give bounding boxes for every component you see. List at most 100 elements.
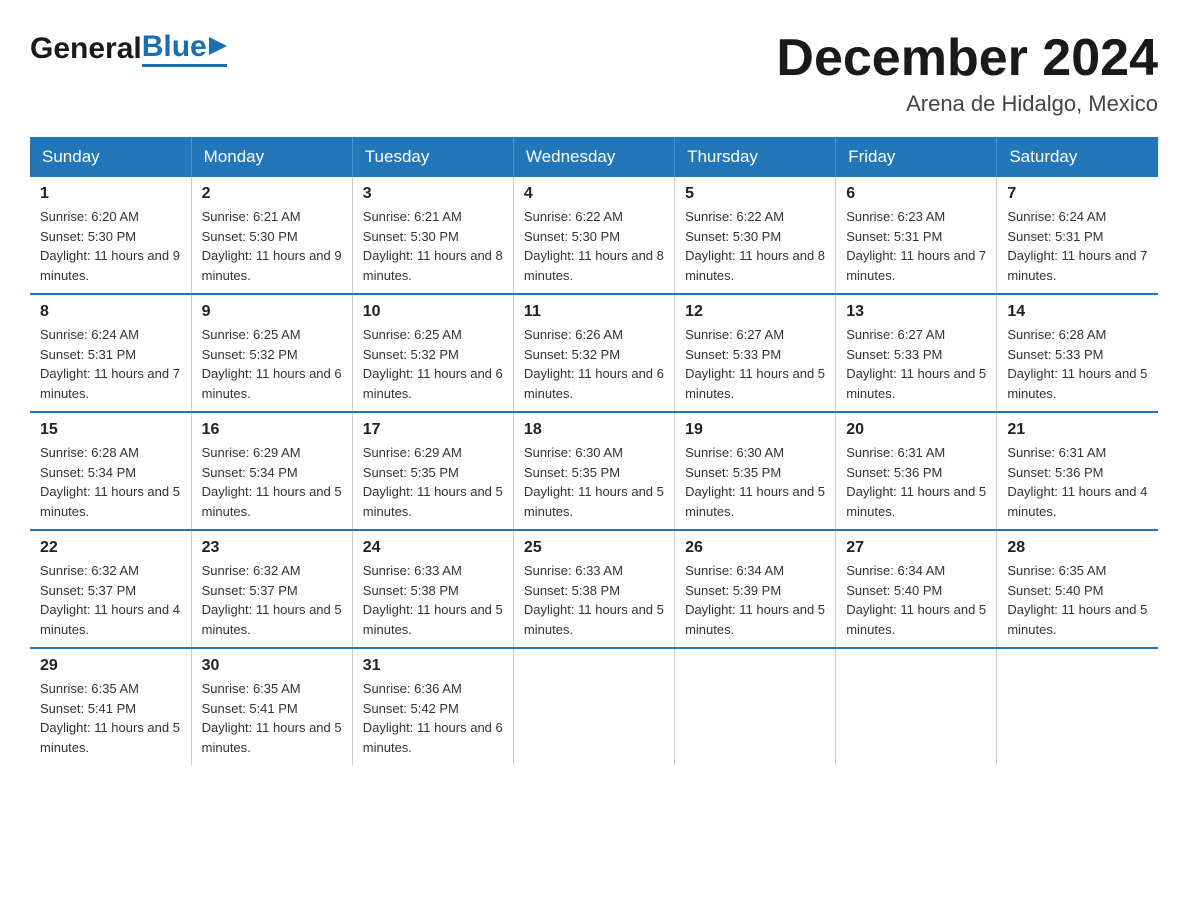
calendar-cell bbox=[997, 648, 1158, 765]
day-number: 29 bbox=[40, 657, 181, 675]
calendar-cell: 17 Sunrise: 6:29 AM Sunset: 5:35 PM Dayl… bbox=[352, 412, 513, 530]
day-info: Sunrise: 6:32 AM Sunset: 5:37 PM Dayligh… bbox=[202, 561, 342, 639]
calendar-cell: 19 Sunrise: 6:30 AM Sunset: 5:35 PM Dayl… bbox=[675, 412, 836, 530]
day-number: 19 bbox=[685, 421, 825, 439]
day-number: 15 bbox=[40, 421, 181, 439]
logo: General Blue bbox=[30, 30, 227, 67]
calendar-cell: 21 Sunrise: 6:31 AM Sunset: 5:36 PM Dayl… bbox=[997, 412, 1158, 530]
calendar-cell: 9 Sunrise: 6:25 AM Sunset: 5:32 PM Dayli… bbox=[191, 294, 352, 412]
calendar-cell: 4 Sunrise: 6:22 AM Sunset: 5:30 PM Dayli… bbox=[513, 177, 674, 294]
calendar-week-row: 22 Sunrise: 6:32 AM Sunset: 5:37 PM Dayl… bbox=[30, 530, 1158, 648]
day-number: 16 bbox=[202, 421, 342, 439]
day-number: 24 bbox=[363, 539, 503, 557]
day-info: Sunrise: 6:35 AM Sunset: 5:41 PM Dayligh… bbox=[40, 679, 181, 757]
calendar-cell: 26 Sunrise: 6:34 AM Sunset: 5:39 PM Dayl… bbox=[675, 530, 836, 648]
title-area: December 2024 Arena de Hidalgo, Mexico bbox=[776, 30, 1158, 117]
calendar-cell: 6 Sunrise: 6:23 AM Sunset: 5:31 PM Dayli… bbox=[836, 177, 997, 294]
calendar-cell: 18 Sunrise: 6:30 AM Sunset: 5:35 PM Dayl… bbox=[513, 412, 674, 530]
day-info: Sunrise: 6:28 AM Sunset: 5:34 PM Dayligh… bbox=[40, 443, 181, 521]
calendar-week-row: 8 Sunrise: 6:24 AM Sunset: 5:31 PM Dayli… bbox=[30, 294, 1158, 412]
calendar-week-row: 1 Sunrise: 6:20 AM Sunset: 5:30 PM Dayli… bbox=[30, 177, 1158, 294]
calendar-cell bbox=[513, 648, 674, 765]
day-number: 3 bbox=[363, 185, 503, 203]
day-info: Sunrise: 6:36 AM Sunset: 5:42 PM Dayligh… bbox=[363, 679, 503, 757]
day-number: 4 bbox=[524, 185, 664, 203]
calendar-cell bbox=[675, 648, 836, 765]
calendar-cell bbox=[836, 648, 997, 765]
day-number: 30 bbox=[202, 657, 342, 675]
day-info: Sunrise: 6:30 AM Sunset: 5:35 PM Dayligh… bbox=[685, 443, 825, 521]
day-number: 21 bbox=[1007, 421, 1148, 439]
calendar-day-header: Monday bbox=[191, 137, 352, 177]
day-info: Sunrise: 6:21 AM Sunset: 5:30 PM Dayligh… bbox=[363, 207, 503, 285]
calendar-cell: 29 Sunrise: 6:35 AM Sunset: 5:41 PM Dayl… bbox=[30, 648, 191, 765]
day-number: 22 bbox=[40, 539, 181, 557]
day-info: Sunrise: 6:30 AM Sunset: 5:35 PM Dayligh… bbox=[524, 443, 664, 521]
day-info: Sunrise: 6:25 AM Sunset: 5:32 PM Dayligh… bbox=[363, 325, 503, 403]
calendar-cell: 14 Sunrise: 6:28 AM Sunset: 5:33 PM Dayl… bbox=[997, 294, 1158, 412]
calendar-cell: 22 Sunrise: 6:32 AM Sunset: 5:37 PM Dayl… bbox=[30, 530, 191, 648]
day-number: 28 bbox=[1007, 539, 1148, 557]
calendar-cell: 25 Sunrise: 6:33 AM Sunset: 5:38 PM Dayl… bbox=[513, 530, 674, 648]
calendar-week-row: 15 Sunrise: 6:28 AM Sunset: 5:34 PM Dayl… bbox=[30, 412, 1158, 530]
day-info: Sunrise: 6:25 AM Sunset: 5:32 PM Dayligh… bbox=[202, 325, 342, 403]
day-info: Sunrise: 6:34 AM Sunset: 5:39 PM Dayligh… bbox=[685, 561, 825, 639]
calendar-cell: 7 Sunrise: 6:24 AM Sunset: 5:31 PM Dayli… bbox=[997, 177, 1158, 294]
calendar-day-header: Wednesday bbox=[513, 137, 674, 177]
day-info: Sunrise: 6:20 AM Sunset: 5:30 PM Dayligh… bbox=[40, 207, 181, 285]
day-info: Sunrise: 6:29 AM Sunset: 5:35 PM Dayligh… bbox=[363, 443, 503, 521]
calendar-day-header: Saturday bbox=[997, 137, 1158, 177]
day-number: 5 bbox=[685, 185, 825, 203]
day-number: 23 bbox=[202, 539, 342, 557]
day-info: Sunrise: 6:29 AM Sunset: 5:34 PM Dayligh… bbox=[202, 443, 342, 521]
day-info: Sunrise: 6:24 AM Sunset: 5:31 PM Dayligh… bbox=[1007, 207, 1148, 285]
day-info: Sunrise: 6:26 AM Sunset: 5:32 PM Dayligh… bbox=[524, 325, 664, 403]
day-number: 27 bbox=[846, 539, 986, 557]
day-number: 17 bbox=[363, 421, 503, 439]
calendar-cell: 20 Sunrise: 6:31 AM Sunset: 5:36 PM Dayl… bbox=[836, 412, 997, 530]
day-number: 12 bbox=[685, 303, 825, 321]
day-number: 1 bbox=[40, 185, 181, 203]
calendar-cell: 24 Sunrise: 6:33 AM Sunset: 5:38 PM Dayl… bbox=[352, 530, 513, 648]
calendar-cell: 27 Sunrise: 6:34 AM Sunset: 5:40 PM Dayl… bbox=[836, 530, 997, 648]
calendar-cell: 13 Sunrise: 6:27 AM Sunset: 5:33 PM Dayl… bbox=[836, 294, 997, 412]
day-number: 7 bbox=[1007, 185, 1148, 203]
day-number: 13 bbox=[846, 303, 986, 321]
logo-arrow-icon bbox=[209, 37, 227, 55]
day-number: 8 bbox=[40, 303, 181, 321]
day-info: Sunrise: 6:27 AM Sunset: 5:33 PM Dayligh… bbox=[846, 325, 986, 403]
day-number: 26 bbox=[685, 539, 825, 557]
calendar-header-row: SundayMondayTuesdayWednesdayThursdayFrid… bbox=[30, 137, 1158, 177]
day-number: 20 bbox=[846, 421, 986, 439]
calendar-table: SundayMondayTuesdayWednesdayThursdayFrid… bbox=[30, 137, 1158, 765]
calendar-cell: 28 Sunrise: 6:35 AM Sunset: 5:40 PM Dayl… bbox=[997, 530, 1158, 648]
day-info: Sunrise: 6:33 AM Sunset: 5:38 PM Dayligh… bbox=[524, 561, 664, 639]
day-number: 25 bbox=[524, 539, 664, 557]
day-info: Sunrise: 6:34 AM Sunset: 5:40 PM Dayligh… bbox=[846, 561, 986, 639]
logo-blue-text: Blue bbox=[142, 30, 207, 64]
day-number: 6 bbox=[846, 185, 986, 203]
day-info: Sunrise: 6:21 AM Sunset: 5:30 PM Dayligh… bbox=[202, 207, 342, 285]
day-number: 18 bbox=[524, 421, 664, 439]
calendar-cell: 15 Sunrise: 6:28 AM Sunset: 5:34 PM Dayl… bbox=[30, 412, 191, 530]
calendar-cell: 5 Sunrise: 6:22 AM Sunset: 5:30 PM Dayli… bbox=[675, 177, 836, 294]
day-number: 10 bbox=[363, 303, 503, 321]
day-info: Sunrise: 6:23 AM Sunset: 5:31 PM Dayligh… bbox=[846, 207, 986, 285]
calendar-day-header: Friday bbox=[836, 137, 997, 177]
page-header: General Blue December 2024 Arena de Hida… bbox=[30, 30, 1158, 117]
calendar-day-header: Thursday bbox=[675, 137, 836, 177]
day-info: Sunrise: 6:28 AM Sunset: 5:33 PM Dayligh… bbox=[1007, 325, 1148, 403]
day-info: Sunrise: 6:35 AM Sunset: 5:41 PM Dayligh… bbox=[202, 679, 342, 757]
calendar-cell: 3 Sunrise: 6:21 AM Sunset: 5:30 PM Dayli… bbox=[352, 177, 513, 294]
calendar-cell: 12 Sunrise: 6:27 AM Sunset: 5:33 PM Dayl… bbox=[675, 294, 836, 412]
logo-general-text: General bbox=[30, 32, 142, 66]
day-number: 2 bbox=[202, 185, 342, 203]
calendar-cell: 31 Sunrise: 6:36 AM Sunset: 5:42 PM Dayl… bbox=[352, 648, 513, 765]
day-number: 11 bbox=[524, 303, 664, 321]
day-info: Sunrise: 6:35 AM Sunset: 5:40 PM Dayligh… bbox=[1007, 561, 1148, 639]
day-info: Sunrise: 6:33 AM Sunset: 5:38 PM Dayligh… bbox=[363, 561, 503, 639]
day-info: Sunrise: 6:24 AM Sunset: 5:31 PM Dayligh… bbox=[40, 325, 181, 403]
calendar-cell: 8 Sunrise: 6:24 AM Sunset: 5:31 PM Dayli… bbox=[30, 294, 191, 412]
day-info: Sunrise: 6:22 AM Sunset: 5:30 PM Dayligh… bbox=[524, 207, 664, 285]
month-title: December 2024 bbox=[776, 30, 1158, 87]
